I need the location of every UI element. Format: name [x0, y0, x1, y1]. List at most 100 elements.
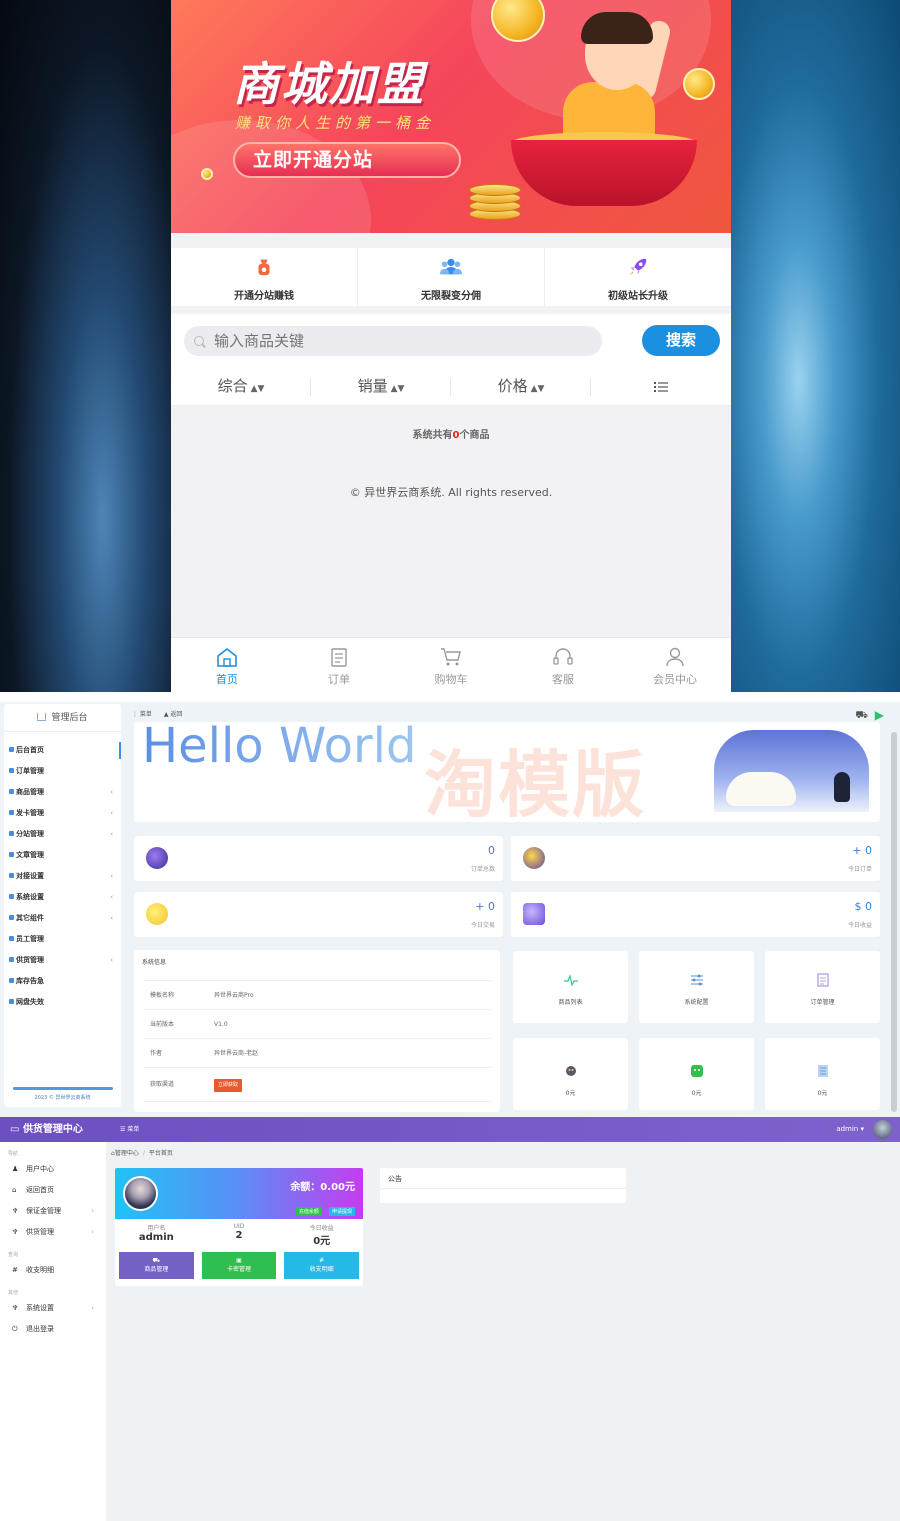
banner[interactable]: 商城加盟 赚取你人生的第一桶金 立即开通分站	[171, 0, 731, 233]
clipboard-icon	[331, 648, 347, 667]
sidebar-item[interactable]: 其它组件 ‹	[4, 908, 121, 929]
menu-toggle[interactable]: ⋮ 菜单	[132, 711, 152, 718]
admin-sidebar-header[interactable]: 管理后台	[4, 704, 121, 732]
user-dropdown[interactable]: admin ▾	[836, 1117, 864, 1142]
sidebar-item[interactable]: ♆ 系统设置 ›	[0, 1298, 106, 1319]
menu-icon	[9, 957, 14, 962]
breadcrumb: ⌂管理中心 / 平台首页	[111, 1150, 173, 1157]
red-bowl-icon	[511, 140, 697, 206]
sidebar-item[interactable]: 员工管理	[4, 929, 121, 950]
menu-toggle[interactable]: ☰ 菜单	[120, 1117, 139, 1142]
sidebar-item[interactable]: ⌂ 返回首页	[0, 1180, 106, 1201]
sidebar-item[interactable]: 发卡管理 ‹	[4, 803, 121, 824]
search-button[interactable]: 搜索	[642, 325, 720, 356]
sidebar-caption: 其他	[8, 1290, 19, 1296]
home-icon	[217, 647, 237, 667]
scrollbar[interactable]	[891, 732, 897, 1112]
product-count: 系统共有0个商品	[412, 430, 490, 441]
tab-home[interactable]: 首页	[171, 638, 283, 692]
recharge-button[interactable]: 充值余额	[295, 1207, 322, 1216]
menu-icon	[9, 852, 14, 857]
sidebar-item[interactable]: 商品管理 ‹	[4, 782, 121, 803]
back-link[interactable]: ▲ 返回	[164, 711, 183, 718]
coin-stack-icon	[469, 180, 521, 222]
open-substation-button[interactable]: 立即开通分站	[233, 142, 461, 178]
product-management-button[interactable]: ⛟ 商品管理	[119, 1252, 194, 1279]
hash-icon: #	[319, 1257, 325, 1264]
search-input[interactable]	[214, 332, 574, 350]
balance-qq[interactable]: 0元	[765, 1038, 880, 1110]
tab-member-center[interactable]: 会员中心	[619, 638, 731, 692]
user-icon	[666, 647, 684, 667]
sort-comprehensive[interactable]: 综合 ▲▼	[171, 368, 311, 405]
shortcut-order-management[interactable]: 订单管理	[765, 951, 880, 1023]
menu-icon	[9, 768, 14, 773]
info-row: 模板名称 异世界云商Pro	[144, 981, 492, 1010]
sidebar-item[interactable]: # 收支明细	[0, 1260, 106, 1281]
list-view-toggle[interactable]	[591, 368, 731, 405]
quick-link-upgrade[interactable]: 初级站长升级	[545, 248, 731, 306]
withdraw-button[interactable]: 申请提现	[328, 1207, 355, 1216]
hello-title: Hello World	[142, 722, 416, 774]
panel-title: 系统信息	[142, 959, 167, 966]
sidebar-item[interactable]: 文章管理	[4, 845, 121, 866]
sidebar-item[interactable]: 分站管理 ‹	[4, 824, 121, 845]
sidebar-item[interactable]: 供货管理 ‹	[4, 950, 121, 971]
search-field[interactable]	[184, 326, 602, 356]
list-icon	[654, 381, 668, 392]
balance: 余额：0.00元	[290, 1182, 355, 1193]
user-icon: ♟	[12, 1165, 19, 1173]
sort-sales[interactable]: 销量 ▲▼	[311, 368, 451, 405]
power-icon: ⏻	[12, 1325, 18, 1333]
background-left	[0, 0, 171, 692]
sidebar-item[interactable]: 系统设置 ‹	[4, 887, 121, 908]
system-info-panel: 系统信息 模板名称 异世界云商Pro 当前版本 V1.0 作者 异世界云商-老赵 获取…	[134, 950, 500, 1112]
monitor-icon: ▭	[10, 1124, 20, 1135]
menu-icon	[9, 810, 14, 815]
tab-customer-service[interactable]: 客服	[507, 638, 619, 692]
coin-icon	[146, 903, 168, 925]
balance-wechat[interactable]: 0元	[639, 1038, 754, 1110]
sidebar-item[interactable]: 网盘失效	[4, 992, 121, 1013]
shop-screen: 商城加盟 赚取你人生的第一桶金 立即开通分站 开通分站赚钱 无限裂变分佣 初级站…	[0, 0, 900, 692]
sidebar-item[interactable]: 库存告急	[4, 971, 121, 992]
bottom-tab-bar: 首页 订单 购物车 客服 会员中心	[171, 637, 731, 692]
sidebar-item[interactable]: ♆ 保证金管理 ›	[0, 1201, 106, 1222]
info-row: 作者 异世界云商-老赵	[144, 1039, 492, 1068]
income-details-button[interactable]: # 收支明细	[284, 1252, 360, 1279]
shortcut-system-config[interactable]: 系统配置	[639, 951, 754, 1023]
quick-link-open-substation[interactable]: 开通分站赚钱	[171, 248, 358, 306]
avatar	[123, 1176, 158, 1211]
sidebar-item[interactable]: 订单管理	[4, 761, 121, 782]
sidebar-item[interactable]: ⏻ 退出登录	[0, 1319, 106, 1340]
menu-icon	[9, 894, 14, 899]
admin-sidebar: 管理后台 后台首页 订单管理 商品管理 ‹ 发卡管理 ‹ 分站管理 ‹ 文章管理 对接设置 ‹ 系统设…	[4, 704, 121, 1107]
chevron-icon: ‹	[110, 872, 113, 880]
menu-icon	[9, 831, 14, 836]
clipboard-icon	[817, 973, 828, 987]
get-now-button[interactable]: 立即获取	[214, 1079, 243, 1092]
breadcrumb-item[interactable]: 管理中心	[115, 1150, 139, 1157]
quick-links: 开通分站赚钱 无限裂变分佣 初级站长升级	[171, 248, 731, 306]
supply-header: ▭ 供货管理中心 ☰ 菜单 admin ▾	[0, 1117, 900, 1142]
sidebar-item[interactable]: ♟ 用户中心	[0, 1159, 106, 1180]
pin-icon: ♆	[12, 1207, 19, 1215]
profile-card: 余额：0.00元 充值余额 申请提现 用户名 admin UID 2 今日收益 0元 …	[115, 1168, 363, 1286]
brand[interactable]: ▭ 供货管理中心	[10, 1117, 83, 1142]
sort-caret-icon: ▲▼	[390, 384, 405, 394]
card-key-management-button[interactable]: ▣ 卡密管理	[201, 1252, 277, 1279]
cart-icon: ⛟	[152, 1257, 161, 1264]
alipay-icon	[565, 1066, 576, 1076]
sidebar-item[interactable]: 后台首页	[4, 740, 121, 761]
home-icon	[37, 713, 47, 721]
tab-cart[interactable]: 购物车	[395, 638, 507, 692]
caret-down-icon: ▾	[860, 1125, 864, 1133]
quick-link-commission[interactable]: 无限裂变分佣	[358, 248, 545, 306]
sort-price[interactable]: 价格 ▲▼	[451, 368, 591, 405]
sidebar-item[interactable]: ♆ 供货管理 ›	[0, 1222, 106, 1243]
sidebar-item[interactable]: 对接设置 ‹	[4, 866, 121, 887]
avatar[interactable]	[873, 1120, 892, 1139]
tab-orders[interactable]: 订单	[283, 638, 395, 692]
shortcut-product-list[interactable]: 商品列表	[513, 951, 628, 1023]
balance-alipay[interactable]: 0元	[513, 1038, 628, 1110]
